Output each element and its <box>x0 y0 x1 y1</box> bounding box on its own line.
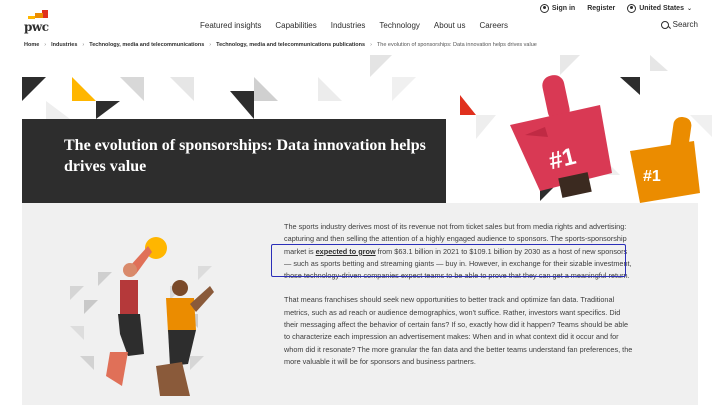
orange-foam-finger: #1 <box>630 116 700 203</box>
highlight-box <box>271 244 626 277</box>
nav-item-capabilities[interactable]: Capabilities <box>275 21 316 30</box>
nav-item-featured-insights[interactable]: Featured insights <box>200 21 261 30</box>
breadcrumb-separator-icon: › <box>44 42 47 48</box>
breadcrumb-current: The evolution of sponsorships: Data inno… <box>376 42 537 48</box>
pwc-logo[interactable]: pwc <box>24 10 58 34</box>
user-icon <box>539 4 549 13</box>
register-label: Register <box>587 5 616 12</box>
chevron-down-icon: ⌄ <box>686 6 692 12</box>
register-link[interactable]: Register <box>587 5 615 12</box>
breadcrumb-home[interactable]: Home <box>24 42 39 48</box>
search-icon <box>660 20 669 29</box>
breadcrumb-separator-icon: › <box>370 42 372 48</box>
logo-wordmark: pwc <box>24 20 49 34</box>
logo-block-orange <box>35 13 43 18</box>
breadcrumb: Home › Industries › Technology, media an… <box>24 42 537 48</box>
basketball-illustration <box>70 237 214 396</box>
nav-item-technology[interactable]: Technology <box>379 21 419 30</box>
signin-link[interactable]: Sign in <box>539 4 576 13</box>
nav-item-industries[interactable]: Industries <box>331 21 366 30</box>
page-title: The evolution of sponsorships: Data inno… <box>64 137 426 175</box>
search-button[interactable]: Search <box>660 20 698 29</box>
breadcrumb-industries[interactable]: Industries <box>51 42 77 48</box>
main-nav: Featured insights Capabilities Industrie… <box>200 21 508 30</box>
logo-block-yellow <box>28 16 35 19</box>
signin-label: Sign in <box>551 5 576 12</box>
red-foam-finger: #1 <box>510 75 612 198</box>
search-label: Search <box>672 20 698 29</box>
breadcrumb-tmt[interactable]: Technology, media and telecommunications <box>89 42 204 48</box>
region-selector[interactable]: United States ⌄ <box>627 4 692 13</box>
orange-finger-label: #1 <box>643 168 661 185</box>
location-pin-icon <box>627 4 637 13</box>
article-paragraph-2: That means franchises should seek new op… <box>284 295 633 366</box>
breadcrumb-separator-icon: › <box>82 42 85 48</box>
region-label: United States <box>639 5 684 12</box>
nav-item-about-us[interactable]: About us <box>434 21 466 30</box>
breadcrumb-separator-icon: › <box>209 42 212 48</box>
nav-item-careers[interactable]: Careers <box>479 21 507 30</box>
breadcrumb-tmt-publications[interactable]: Technology, media and telecommunications… <box>216 42 365 48</box>
utility-bar: Sign in Register United States ⌄ <box>539 4 692 13</box>
